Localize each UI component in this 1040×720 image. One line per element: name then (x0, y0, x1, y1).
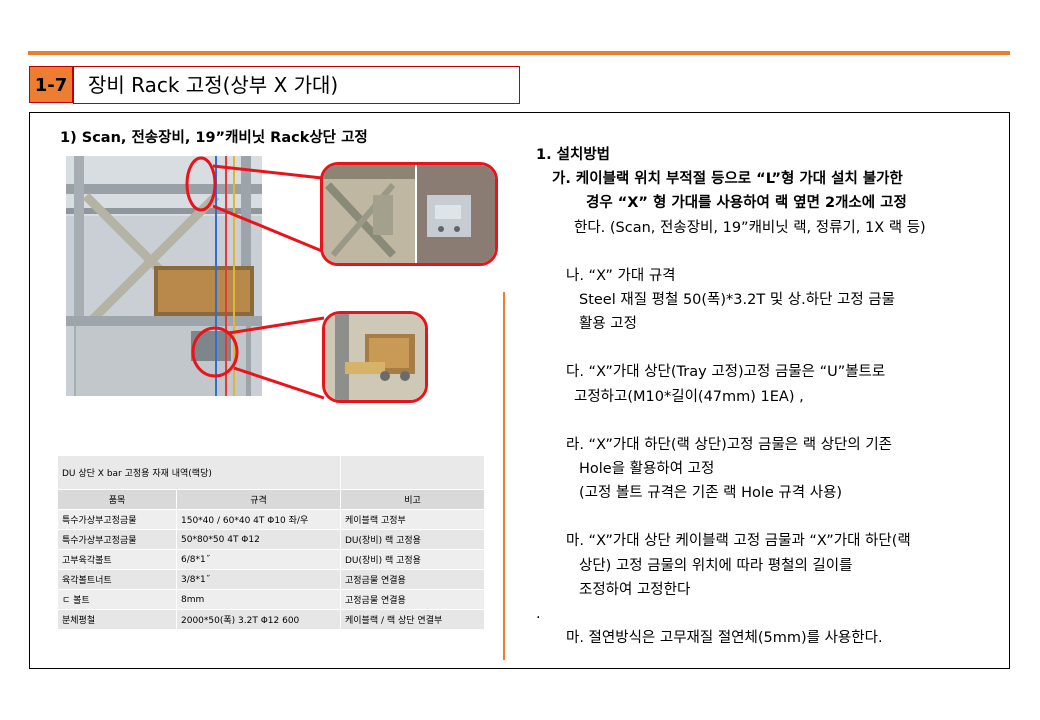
item-ra-line2: Hole을 활용하여 고정 (579, 461, 715, 478)
table-row: 육각볼트너트 3/8*1˝ 고정금물 연결용 (57, 569, 485, 590)
cell-spec: 8mm (176, 589, 341, 610)
instructions-heading: 1. 설치방법 (536, 147, 611, 163)
col-header-item: 품목 (57, 489, 177, 510)
zoom-photo-top-bracket (320, 162, 498, 266)
table-row: 고부육각볼트 6/8*1˝ DU(장비) 랙 고정용 (57, 549, 485, 570)
item-ma-line1: 마. “X”가대 상단 케이블랙 고정 금물과 “X”가대 하단(랙 (566, 533, 911, 550)
item-ra-line1: 라. “X”가대 하단(랙 상단)고정 금물은 랙 상단의 기존 (566, 436, 893, 453)
sub-heading: 1) Scan, 전송장비, 19”캐비닛 Rack상단 고정 (60, 130, 368, 146)
zoom-photo-bottom-bracket (322, 311, 428, 403)
table-row: ㄷ 볼트 8mm 고정금물 연결용 (57, 589, 485, 610)
cell-spec: 50*80*50 4T Φ12 (176, 529, 341, 550)
table-row: 특수가상부고정금물 50*80*50 4T Φ12 DU(장비) 랙 고정용 (57, 529, 485, 550)
item-ga-line3: 한다. (Scan, 전송장비, 19”캐비닛 랙, 정류기, 1X 랙 등) (574, 219, 926, 236)
cell-spec: 2000*50(폭) 3.2T Φ12 600 (176, 609, 341, 630)
dot-separator: . (536, 606, 541, 623)
item-ga-line1: 가. 케이블랙 위치 부적절 등으로 “L”형 가대 설치 불가한 (552, 171, 903, 188)
cell-item: 분체평철 (57, 609, 177, 630)
table-header-row: 품목 규격 비고 (57, 489, 485, 510)
cell-note: DU(장비) 랙 고정용 (340, 549, 485, 570)
table-row: 특수가상부고정금물 150*40 / 60*40 4T Φ10 좌/우 케이블랙… (57, 509, 485, 530)
cell-spec: 150*40 / 60*40 4T Φ10 좌/우 (176, 509, 341, 530)
cell-note: 케이블랙 고정부 (340, 509, 485, 530)
cell-note: 고정금물 연결용 (340, 569, 485, 590)
cell-spec: 6/8*1˝ (176, 549, 341, 570)
table-title: DU 상단 X bar 고정용 자재 내역(랙당) (57, 455, 341, 490)
item-ma-line2: 상단) 고정 금물의 위치에 따라 평철의 길이를 (579, 557, 853, 574)
orange-divider (503, 292, 505, 660)
item-na-line2: Steel 재질 평철 50(폭)*3.2T 및 상.하단 고정 금물 (579, 292, 895, 309)
col-header-note: 비고 (340, 489, 485, 510)
cell-note: DU(장비) 랙 고정용 (340, 529, 485, 550)
item-ra-line3: (고정 볼트 규격은 기존 랙 Hole 규격 사용) (579, 485, 843, 502)
cell-item: 고부육각볼트 (57, 549, 177, 570)
table-title-row: DU 상단 X bar 고정용 자재 내역(랙당) (57, 455, 485, 490)
cell-item: 특수가상부고정금물 (57, 529, 177, 550)
item-ma-line3: 조정하여 고정한다 (579, 581, 691, 598)
section-number: 1-7 (29, 66, 73, 103)
col-header-spec: 규격 (176, 489, 341, 510)
item-ma2-line1: 마. 절연방식은 고무재질 절연체(5mm)를 사용한다. (566, 630, 883, 647)
cell-item: ㄷ 볼트 (57, 589, 177, 610)
item-na-line3: 활용 고정 (579, 316, 637, 333)
table-title-empty-cell (340, 455, 485, 490)
cell-note: 케이블랙 / 랙 상단 연결부 (340, 609, 485, 630)
rack-photo (66, 156, 262, 396)
top-orange-rule (28, 51, 1010, 55)
item-da-line1: 다. “X”가대 상단(Tray 고정)고정 금물은 “U”볼트로 (566, 364, 886, 381)
section-title: 장비 Rack 고정(상부 X 가대) (73, 66, 520, 104)
cell-note: 고정금물 연결용 (340, 589, 485, 610)
cell-item: 육각볼트너트 (57, 569, 177, 590)
cell-item: 특수가상부고정금물 (57, 509, 177, 530)
item-ga-line2: 경우 “X” 형 가대를 사용하여 랙 옆면 2개소에 고정 (586, 195, 907, 212)
table-row: 분체평철 2000*50(폭) 3.2T Φ12 600 케이블랙 / 랙 상단… (57, 609, 485, 630)
install-instructions: 1. 설치방법 가. 케이블랙 위치 부적절 등으로 “L”형 가대 설치 불가… (536, 143, 926, 650)
item-na-line1: 나. “X” 가대 규격 (566, 267, 676, 284)
item-da-line2: 고정하고(M10*길이(47mm) 1EA) , (574, 388, 804, 405)
material-spec-table: DU 상단 X bar 고정용 자재 내역(랙당) 품목 규격 비고 특수가상부… (57, 455, 485, 630)
cell-spec: 3/8*1˝ (176, 569, 341, 590)
